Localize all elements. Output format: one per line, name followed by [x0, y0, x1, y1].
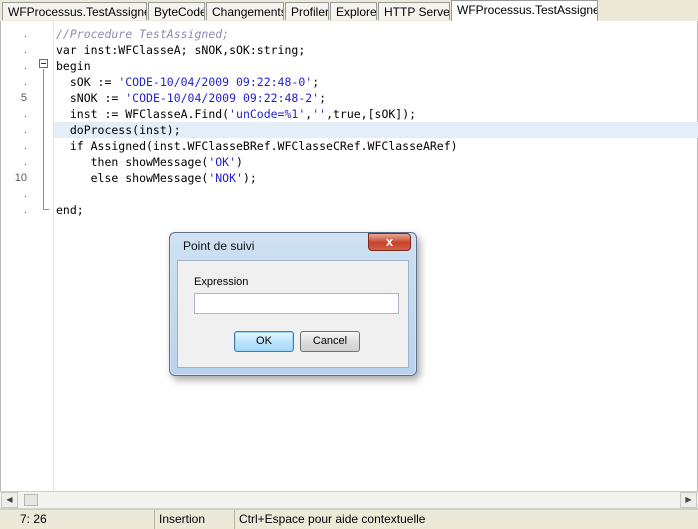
code-text: //Procedure TestAssigned; [56, 26, 229, 42]
scroll-right-arrow-icon[interactable]: ▶ [680, 492, 697, 508]
code-line[interactable]: . sOK := 'CODE-10/04/2009 09:22:48-0'; [1, 74, 698, 90]
code-token: ); [242, 171, 257, 185]
string-literal: 'OK' [208, 155, 237, 169]
line-number: . [23, 60, 27, 72]
code-text: else showMessage('NOK'); [56, 170, 257, 186]
line-number: 10 [14, 172, 27, 184]
close-icon[interactable]: x [368, 233, 411, 251]
status-cursor-position: 7: 26 [0, 510, 155, 529]
string-literal: 'CODE-10/04/2009 09:22:48-0' [118, 75, 313, 89]
code-line[interactable]: . inst := WFClasseA.Find('unCode=%1','',… [1, 106, 698, 122]
line-number: . [23, 44, 27, 56]
ok-button[interactable]: OK [234, 331, 294, 352]
code-line[interactable]: 10 else showMessage('NOK'); [1, 170, 698, 186]
code-text: if Assigned(inst.WFClasseBRef.WFClasseCR… [56, 138, 458, 154]
horizontal-scrollbar[interactable]: ◀ ▶ [0, 491, 698, 509]
line-number: . [23, 28, 27, 40]
tab-wfprocessus-testassigned-active[interactable]: WFProcessus.TestAssigned [451, 0, 598, 21]
string-literal: 'unCode=%1' [229, 107, 306, 121]
code-line[interactable]: . doProcess(inst); [1, 122, 698, 138]
tab-http-server[interactable]: HTTP Server [378, 2, 450, 20]
code-comment: //Procedure TestAssigned; [56, 27, 230, 41]
expression-input[interactable] [194, 293, 399, 314]
line-number: 5 [20, 92, 27, 104]
code-token: ; [319, 91, 327, 105]
code-token: var inst:WFClasseA; sNOK,sOK:string; [56, 43, 306, 57]
code-line[interactable]: . then showMessage('OK') [1, 154, 698, 170]
code-token: inst := WFClasseA.Find( [56, 107, 230, 121]
code-text: sOK := 'CODE-10/04/2009 09:22:48-0'; [56, 74, 319, 90]
code-area[interactable]: . //Procedure TestAssigned;. var inst:WFCl… [1, 26, 698, 218]
scroll-thumb[interactable] [24, 494, 38, 506]
code-text: sNOK := 'CODE-10/04/2009 09:22:48-2'; [56, 90, 326, 106]
code-token: ) [236, 155, 243, 169]
tab-profiler[interactable]: Profiler [285, 2, 329, 20]
string-literal: 'CODE-10/04/2009 09:22:48-2' [125, 91, 320, 105]
code-token: ,true,[sOK]); [326, 107, 417, 121]
code-text: doProcess(inst); [56, 122, 181, 138]
code-text: end; [56, 202, 84, 218]
code-line[interactable]: . //Procedure TestAssigned; [1, 26, 698, 42]
cancel-button[interactable]: Cancel [300, 331, 360, 352]
expression-label: Expression [194, 276, 249, 288]
tab-bytecode[interactable]: ByteCode [148, 2, 205, 20]
dialog-title: Point de suivi [183, 239, 255, 253]
line-number: . [23, 204, 27, 216]
scroll-left-arrow-icon[interactable]: ◀ [1, 492, 18, 508]
code-token: sOK := [56, 75, 119, 89]
tab-wfprocessus-testassigned-1[interactable]: WFProcessus.TestAssigned [2, 2, 147, 20]
tab-bar: WFProcessus.TestAssigned ByteCode Change… [0, 0, 698, 22]
tab-changements[interactable]: Changements [206, 2, 284, 20]
line-number: . [23, 188, 27, 200]
code-text: inst := WFClasseA.Find('unCode=%1','',tr… [56, 106, 416, 122]
code-token: sNOK := [56, 91, 126, 105]
line-number: . [23, 76, 27, 88]
string-literal: 'NOK' [208, 171, 243, 185]
line-number: . [23, 156, 27, 168]
code-token: ; [312, 75, 320, 89]
fold-end-mark [43, 209, 49, 210]
fold-guide-line [43, 69, 44, 209]
code-line[interactable]: . [1, 186, 698, 202]
code-line[interactable]: . if Assigned(inst.WFClasseBRef.WFClasse… [1, 138, 698, 154]
status-bar: 7: 26 Insertion Ctrl+Espace pour aide co… [0, 509, 698, 529]
code-token: then showMessage( [56, 155, 209, 169]
tab-explorer[interactable]: Explorer [330, 2, 377, 20]
status-insert-mode: Insertion [155, 510, 235, 529]
string-literal: '' [312, 107, 327, 121]
line-number: . [23, 108, 27, 120]
watch-point-dialog: Point de suivi x Expression OK Cancel [169, 232, 417, 376]
code-token: doProcess(inst); [56, 123, 181, 137]
dialog-body: Expression OK Cancel [177, 260, 409, 368]
code-text: var inst:WFClasseA; sNOK,sOK:string; [56, 42, 305, 58]
line-number: . [23, 140, 27, 152]
code-token: end; [56, 203, 84, 217]
code-token: begin [56, 59, 91, 73]
code-text: then showMessage('OK') [56, 154, 243, 170]
line-number: . [23, 124, 27, 136]
status-hint: Ctrl+Espace pour aide contextuelle [239, 512, 426, 526]
code-line[interactable]: 5 sNOK := 'CODE-10/04/2009 09:22:48-2'; [1, 90, 698, 106]
code-text: begin [56, 58, 91, 74]
code-token: else showMessage( [56, 171, 209, 185]
code-token: if Assigned(inst.WFClasseBRef.WFClasseCR… [56, 139, 458, 153]
code-line[interactable]: . begin [1, 58, 698, 74]
fold-collapse-icon[interactable] [39, 59, 48, 68]
code-line[interactable]: . end; [1, 202, 698, 218]
code-line[interactable]: . var inst:WFClasseA; sNOK,sOK:string; [1, 42, 698, 58]
